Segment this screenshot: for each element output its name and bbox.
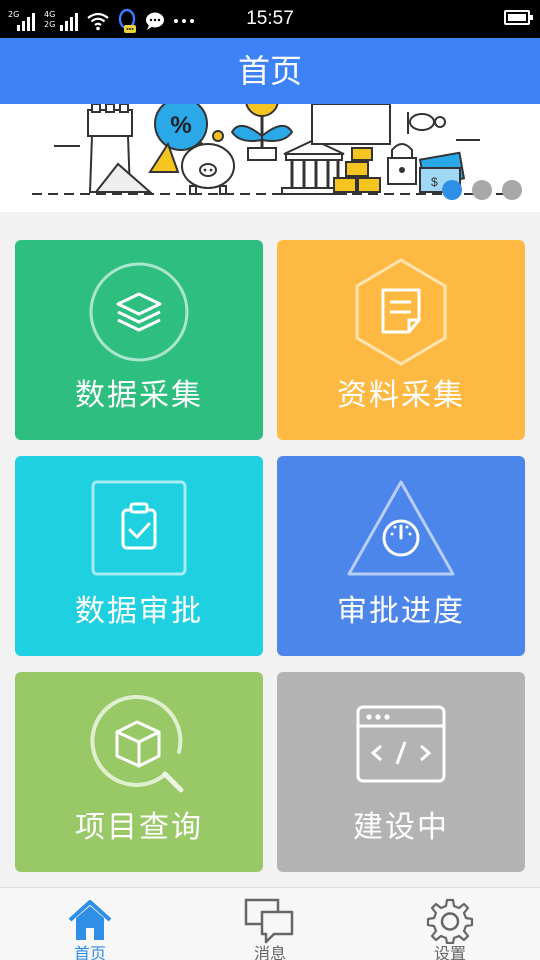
title-bar: 首页 bbox=[0, 38, 540, 104]
tile-label: 数据采集 bbox=[75, 378, 203, 413]
padlock-illustration bbox=[387, 143, 417, 185]
tile-label: 建设中 bbox=[353, 810, 449, 845]
svg-text:%: % bbox=[170, 112, 191, 139]
tab-label: 消息 bbox=[253, 944, 286, 960]
page-title: 首页 bbox=[237, 52, 302, 90]
status-time: 15:57 bbox=[246, 8, 294, 29]
tile-material-collection[interactable]: 资料采集 bbox=[277, 240, 525, 440]
tower-illustration bbox=[87, 104, 153, 193]
tile-data-collection[interactable]: 数据采集 bbox=[15, 240, 263, 440]
gauge-icon bbox=[347, 480, 455, 576]
layers-icon bbox=[89, 262, 189, 362]
tab-settings[interactable]: 设置 bbox=[360, 888, 540, 960]
tile-label: 资料采集 bbox=[337, 378, 465, 413]
tile-data-approval[interactable]: 数据审批 bbox=[15, 456, 263, 656]
carousel-dot-2[interactable] bbox=[472, 180, 492, 200]
tile-project-query[interactable]: 项目查询 bbox=[15, 672, 263, 872]
plant-illustration bbox=[230, 104, 294, 161]
tab-label: 设置 bbox=[433, 944, 466, 960]
feature-grid: 数据采集 资料采集 数据审批 审批进度 项目查询 建设中 bbox=[0, 212, 540, 887]
tile-label: 审批进度 bbox=[337, 594, 465, 629]
carousel-dot-3[interactable] bbox=[502, 180, 522, 200]
fish-illustration bbox=[407, 112, 480, 141]
tile-label: 项目查询 bbox=[75, 810, 203, 845]
chat-icon bbox=[244, 898, 294, 944]
tile-approval-progress[interactable]: 审批进度 bbox=[277, 456, 525, 656]
document-edit-icon bbox=[355, 258, 447, 366]
bottom-tab-bar: 首页 消息 设置 bbox=[0, 887, 540, 960]
battery-icon bbox=[504, 10, 533, 25]
tab-messages[interactable]: 消息 bbox=[180, 888, 360, 960]
tab-label: 首页 bbox=[73, 944, 106, 960]
status-bar: 2G 4G 2G 15:57 bbox=[0, 0, 540, 38]
gear-icon bbox=[426, 898, 474, 944]
svg-text:$: $ bbox=[431, 175, 438, 189]
carousel-indicator bbox=[442, 180, 522, 200]
tile-under-construction[interactable]: 建设中 bbox=[277, 672, 525, 872]
carousel-dot-1[interactable] bbox=[442, 180, 462, 200]
tile-label: 数据审批 bbox=[75, 594, 203, 629]
code-window-icon bbox=[356, 705, 446, 783]
tab-home[interactable]: 首页 bbox=[0, 888, 180, 960]
box-search-icon bbox=[90, 694, 184, 793]
home-icon bbox=[68, 900, 112, 940]
clipboard-check-icon bbox=[91, 480, 187, 576]
banner-carousel[interactable]: % $ bbox=[0, 104, 540, 212]
